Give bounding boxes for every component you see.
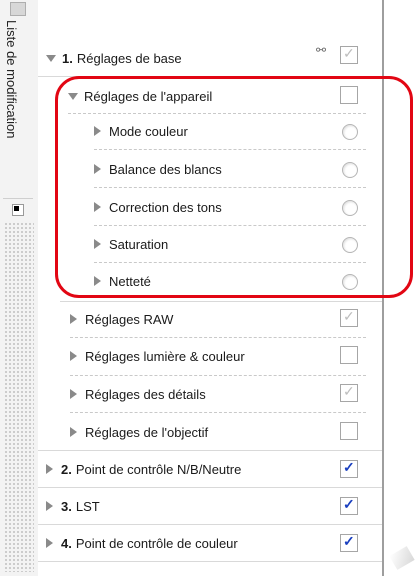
- grip-dots[interactable]: [4, 222, 34, 572]
- subsection-light-color[interactable]: Réglages lumière & couleur: [70, 344, 414, 368]
- link-icon[interactable]: ⚯: [316, 43, 326, 57]
- subsection-label: Réglages RAW: [85, 311, 174, 327]
- checkbox-detail-settings[interactable]: ✓: [340, 383, 358, 402]
- divider: [38, 561, 382, 562]
- section-label: Réglages de base: [76, 50, 182, 66]
- divider: [70, 337, 366, 338]
- subsection-label: Réglages de l'objectif: [85, 424, 209, 440]
- section-number: 4.: [61, 535, 72, 551]
- divider: [38, 450, 382, 451]
- checkbox-color-control-point[interactable]: ✓: [340, 533, 358, 552]
- expand-icon[interactable]: [46, 501, 53, 511]
- side-strip: Liste de modification: [0, 0, 39, 576]
- subsection-label: Réglages lumière & couleur: [85, 348, 245, 364]
- collapse-icon[interactable]: [46, 54, 56, 62]
- collapse-icon[interactable]: [12, 204, 24, 216]
- subsection-raw-settings[interactable]: Réglages RAW: [70, 307, 414, 331]
- expand-icon[interactable]: [70, 314, 77, 324]
- page-corner-mark: [389, 546, 415, 570]
- section-label: Point de contrôle de couleur: [75, 535, 238, 551]
- section-number: 1.: [62, 50, 73, 66]
- section-basic-settings[interactable]: 1. Réglages de base: [46, 44, 390, 72]
- section-nbn-control-point[interactable]: 2. Point de contrôle N/B/Neutre: [46, 456, 390, 482]
- section-color-control-point[interactable]: 4. Point de contrôle de couleur: [46, 530, 390, 556]
- checkbox-lens-settings[interactable]: [340, 422, 358, 440]
- section-number: 2.: [61, 461, 72, 477]
- expand-icon[interactable]: [70, 389, 77, 399]
- checkbox-raw-settings[interactable]: ✓: [340, 308, 358, 327]
- section-label: Point de contrôle N/B/Neutre: [75, 461, 242, 477]
- expand-icon[interactable]: [46, 464, 53, 474]
- checkbox-light-color[interactable]: [340, 346, 358, 364]
- expand-icon[interactable]: [70, 427, 77, 437]
- divider: [70, 412, 366, 413]
- divider: [38, 487, 382, 488]
- checkbox-nbn-control-point[interactable]: ✓: [340, 459, 358, 478]
- panel-menu-icon[interactable]: [10, 2, 26, 16]
- checkbox-basic-settings[interactable]: ✓: [340, 45, 358, 64]
- divider: [38, 524, 382, 525]
- vertical-tab-label[interactable]: Liste de modification: [4, 20, 19, 139]
- divider: [60, 301, 382, 302]
- subsection-lens-settings[interactable]: Réglages de l'objectif: [70, 420, 414, 444]
- section-number: 3.: [61, 498, 72, 514]
- section-label: LST: [75, 498, 100, 514]
- expand-icon[interactable]: [70, 351, 77, 361]
- subsection-detail-settings[interactable]: Réglages des détails: [70, 382, 414, 406]
- highlight-annotation: [55, 76, 413, 298]
- strip-divider: [3, 198, 33, 199]
- checkbox-lst[interactable]: ✓: [340, 496, 358, 515]
- section-lst[interactable]: 3. LST: [46, 493, 390, 519]
- divider: [70, 375, 366, 376]
- subsection-label: Réglages des détails: [85, 386, 206, 402]
- expand-icon[interactable]: [46, 538, 53, 548]
